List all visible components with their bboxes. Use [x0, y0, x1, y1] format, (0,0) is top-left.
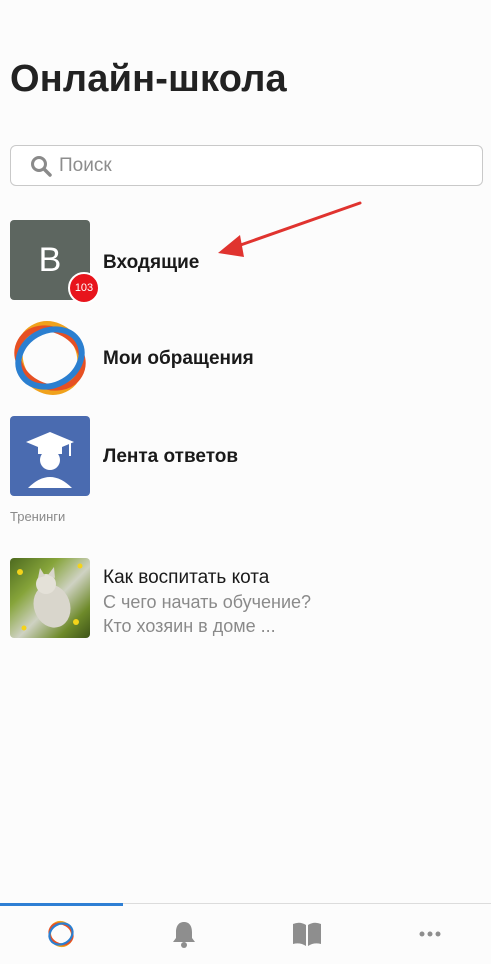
chat-item-inbox[interactable]: В 103 Входящие — [10, 220, 200, 304]
unread-badge: 103 — [68, 272, 100, 304]
tab-library[interactable] — [246, 904, 369, 964]
brand-logo-icon — [10, 318, 90, 398]
bottom-tab-bar — [0, 903, 491, 964]
bell-icon — [173, 922, 196, 948]
tab-chats[interactable] — [0, 903, 123, 964]
chat-title: Входящие — [103, 252, 200, 273]
page-title: Онлайн-школа — [10, 58, 287, 100]
chat-title: Лента ответов — [103, 446, 239, 467]
graduate-icon — [10, 416, 90, 496]
chats-logo-icon — [48, 920, 75, 948]
search-icon — [31, 155, 52, 177]
training-title: Как воспитать кота — [103, 567, 270, 588]
chat-item-answers-feed[interactable]: Лента ответов — [10, 416, 238, 496]
book-icon — [292, 922, 321, 946]
training-thumbnail — [10, 558, 90, 638]
chat-item-my-requests[interactable]: Мои обращения — [10, 318, 254, 398]
training-line-1: С чего начать обучение? — [103, 592, 312, 612]
screen: Онлайн-школа Поиск В 103 Входящие Мои об… — [0, 0, 491, 964]
tab-more[interactable] — [368, 904, 491, 964]
annotation-arrow-icon — [218, 201, 362, 257]
avatar-letter: В — [38, 240, 62, 279]
more-icon — [419, 931, 441, 937]
training-item[interactable]: Как воспитать кота С чего начать обучени… — [10, 558, 311, 638]
chat-title: Мои обращения — [103, 348, 254, 369]
avatar: В 103 — [10, 220, 100, 304]
search-placeholder: Поиск — [59, 154, 112, 176]
search-input[interactable]: Поиск — [10, 145, 483, 186]
tab-notifications[interactable] — [123, 904, 246, 964]
section-label-trainings: Тренинги — [10, 509, 66, 524]
training-line-2: Кто хозяин в доме ... — [103, 616, 276, 636]
